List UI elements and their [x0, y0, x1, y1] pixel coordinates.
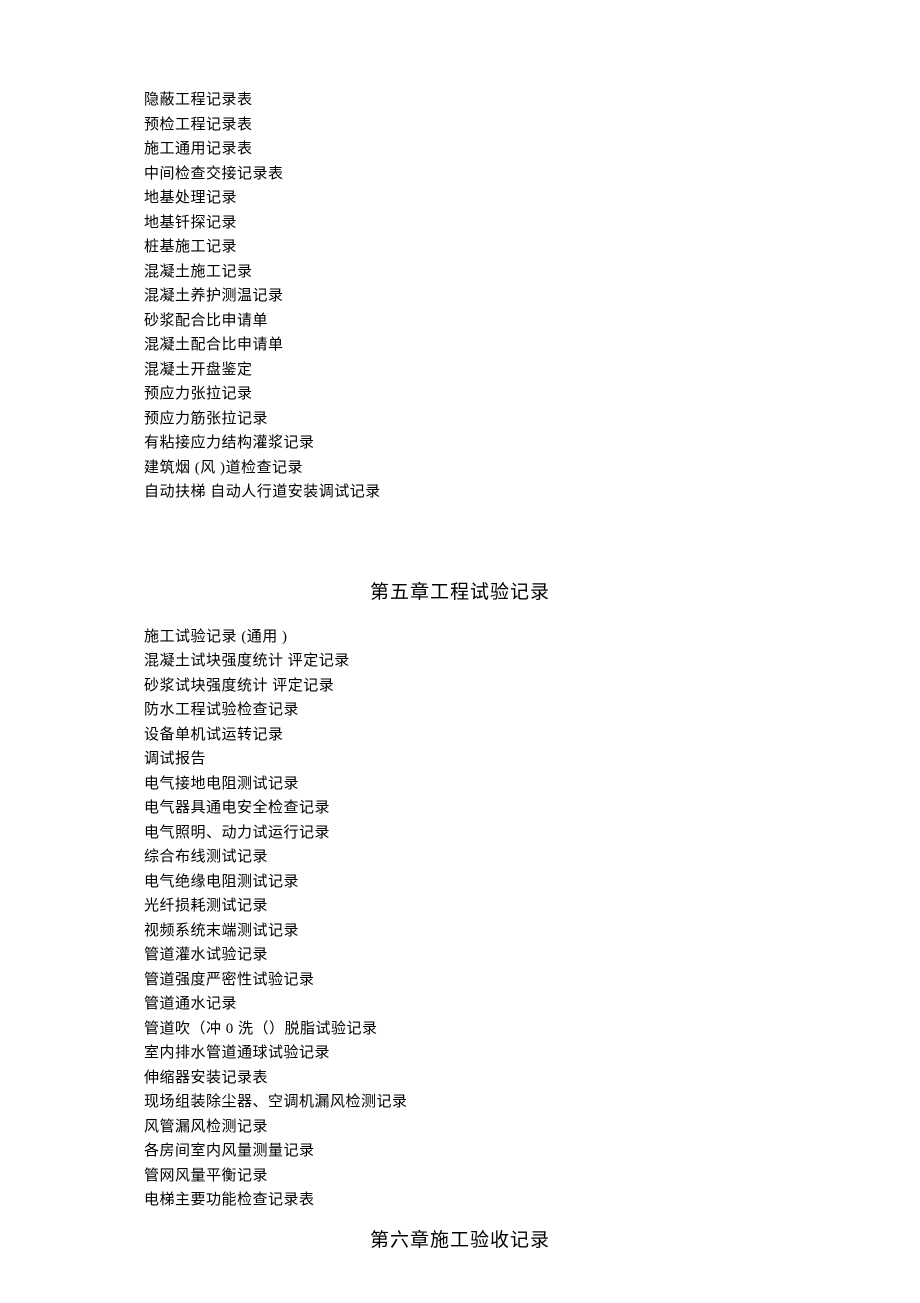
chapter-6-heading: 第六章施工验收记录	[144, 1225, 776, 1252]
list-item: 有粘接应力结构灌浆记录	[144, 431, 776, 456]
list-item: 电气照明、动力试运行记录	[144, 821, 776, 846]
list-item: 调试报告	[144, 747, 776, 772]
list-item: 桩基施工记录	[144, 235, 776, 260]
list-item: 电梯主要功能检查记录表	[144, 1188, 776, 1213]
list-item: 隐蔽工程记录表	[144, 88, 776, 113]
list-item: 预应力筋张拉记录	[144, 407, 776, 432]
list-item: 各房间室内风量测量记录	[144, 1139, 776, 1164]
document-page: 隐蔽工程记录表 预检工程记录表 施工通用记录表 中间检查交接记录表 地基处理记录…	[0, 0, 920, 1302]
list-item: 防水工程试验检查记录	[144, 698, 776, 723]
list-item: 管道吹（冲 0 洗（）脱脂试验记录	[144, 1017, 776, 1042]
list-item: 管道强度严密性试验记录	[144, 968, 776, 993]
list-item: 预检工程记录表	[144, 113, 776, 138]
list-item: 自动扶梯 自动人行道安装调试记录	[144, 480, 776, 505]
list-item: 视频系统末端测试记录	[144, 919, 776, 944]
list-item: 砂浆试块强度统计 评定记录	[144, 674, 776, 699]
list-item: 中间检查交接记录表	[144, 162, 776, 187]
list-item: 电气器具通电安全检查记录	[144, 796, 776, 821]
list-item: 施工试验记录 (通用 )	[144, 625, 776, 650]
list-item: 电气接地电阻测试记录	[144, 772, 776, 797]
list-item: 电气绝缘电阻测试记录	[144, 870, 776, 895]
list-item: 伸缩器安装记录表	[144, 1066, 776, 1091]
list-item: 砂浆配合比申请单	[144, 309, 776, 334]
list-item: 施工通用记录表	[144, 137, 776, 162]
list-item: 地基处理记录	[144, 186, 776, 211]
list-item: 混凝土试块强度统计 评定记录	[144, 649, 776, 674]
list-item: 混凝土开盘鉴定	[144, 358, 776, 383]
list-item: 混凝土配合比申请单	[144, 333, 776, 358]
list-item: 室内排水管道通球试验记录	[144, 1041, 776, 1066]
list-item: 设备单机试运转记录	[144, 723, 776, 748]
list-item: 光纤损耗测试记录	[144, 894, 776, 919]
chapter-5-heading: 第五章工程试验记录	[144, 577, 776, 604]
list-item: 预应力张拉记录	[144, 382, 776, 407]
list-item: 管道灌水试验记录	[144, 943, 776, 968]
list-item: 管道通水记录	[144, 992, 776, 1017]
list-item: 混凝土施工记录	[144, 260, 776, 285]
list-item: 混凝土养护测温记录	[144, 284, 776, 309]
list-item: 管网风量平衡记录	[144, 1164, 776, 1189]
section-1-list: 隐蔽工程记录表 预检工程记录表 施工通用记录表 中间检查交接记录表 地基处理记录…	[144, 88, 776, 505]
list-item: 地基钎探记录	[144, 211, 776, 236]
list-item: 风管漏风检测记录	[144, 1115, 776, 1140]
list-item: 综合布线测试记录	[144, 845, 776, 870]
list-item: 建筑烟 (风 )道检查记录	[144, 456, 776, 481]
chapter-5-list: 施工试验记录 (通用 ) 混凝土试块强度统计 评定记录 砂浆试块强度统计 评定记…	[144, 625, 776, 1213]
list-item: 现场组装除尘器、空调机漏风检测记录	[144, 1090, 776, 1115]
